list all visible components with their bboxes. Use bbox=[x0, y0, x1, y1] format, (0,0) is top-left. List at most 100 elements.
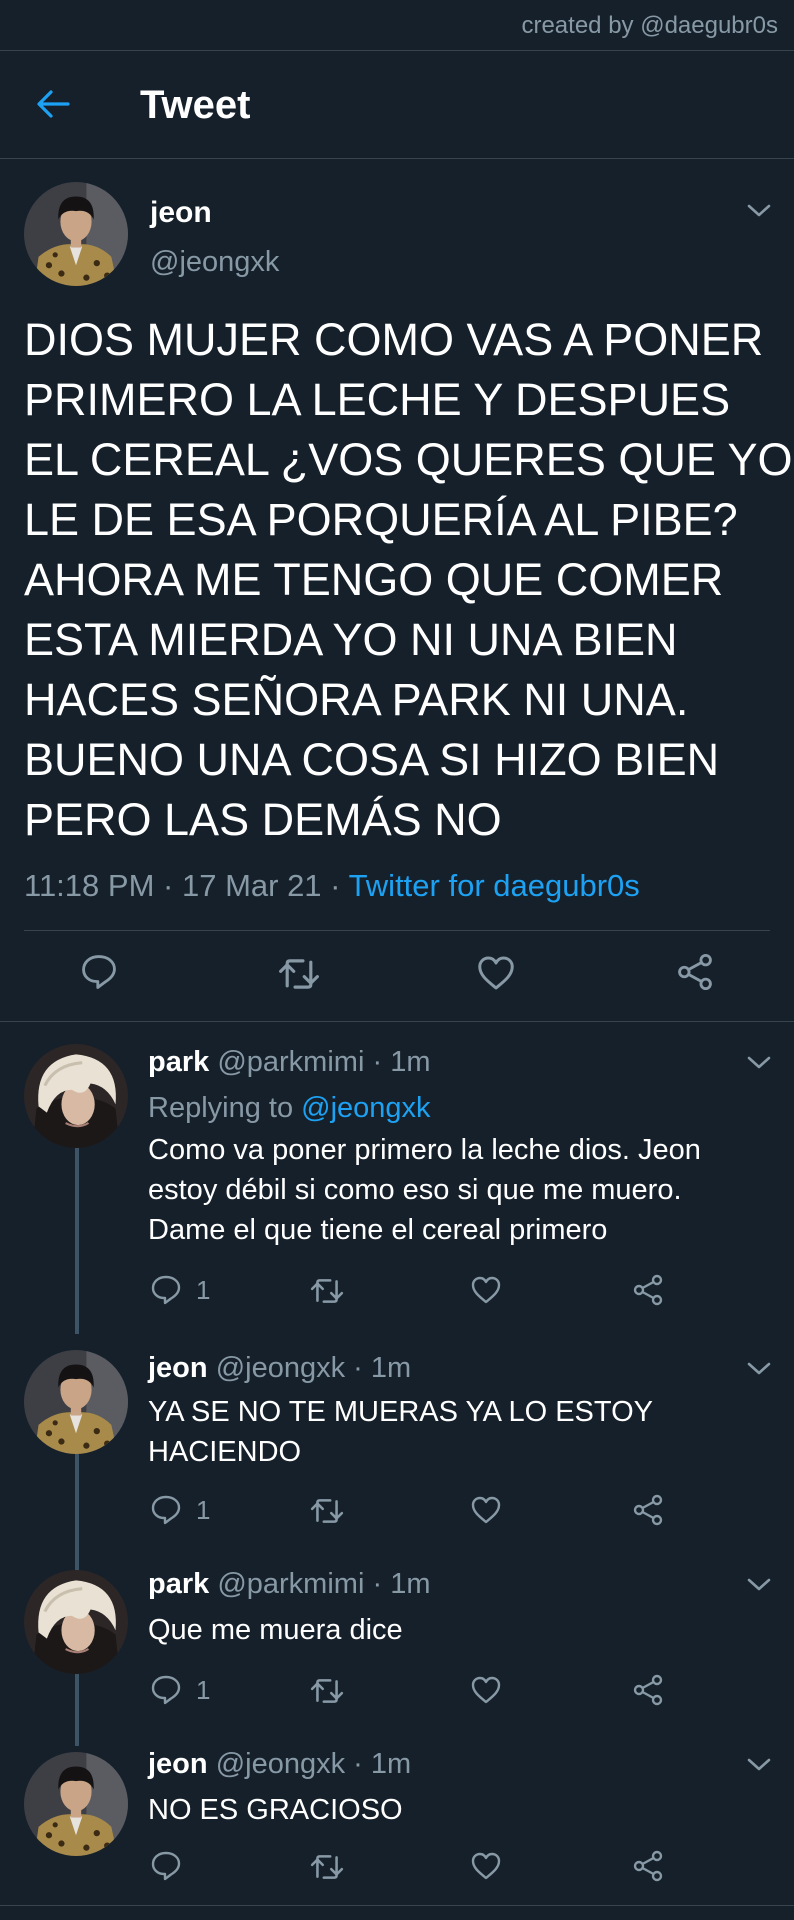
speech-bubble-icon bbox=[151, 1275, 181, 1305]
tweet-text-line: PRIMERO LA LECHE Y DESPUES bbox=[24, 374, 731, 425]
avatar[interactable] bbox=[24, 182, 128, 286]
share-icon bbox=[633, 1274, 663, 1306]
reply-count: 1 bbox=[196, 1494, 211, 1525]
heart-icon bbox=[471, 1676, 501, 1704]
reply-button[interactable] bbox=[80, 953, 118, 991]
retweet-icon bbox=[310, 1679, 344, 1703]
tweet-date: 17 Mar 21 bbox=[181, 868, 322, 903]
mention-link[interactable]: @jeongxk bbox=[301, 1092, 430, 1124]
tweet-time: 1m bbox=[370, 1748, 412, 1780]
share-button[interactable] bbox=[676, 953, 714, 991]
like-button[interactable] bbox=[470, 1274, 502, 1306]
reply-tweet: jeon @jeongxk · 1m NO ES GRACIOSO bbox=[0, 1732, 794, 1904]
retweet-icon bbox=[310, 1855, 344, 1879]
meta-separator: · bbox=[372, 1046, 383, 1078]
tweet-source-link[interactable]: Twitter for daegubr0s bbox=[349, 868, 640, 903]
retweet-icon bbox=[279, 959, 319, 989]
reply-text: YA SE NO TE MUERAS YA LO ESTOY HACIENDO bbox=[148, 1392, 653, 1472]
reply-text: Como va poner primero la leche dios. Jeo… bbox=[148, 1130, 701, 1250]
like-button[interactable] bbox=[470, 1850, 502, 1882]
reply-button[interactable]: 1 bbox=[150, 1674, 210, 1706]
tweet-text-line: HACES SEÑORA PARK NI UNA. bbox=[24, 674, 689, 725]
share-button[interactable] bbox=[632, 1674, 664, 1706]
chevron-down-icon[interactable] bbox=[746, 1360, 772, 1378]
retweet-button[interactable] bbox=[310, 1850, 344, 1884]
author-name[interactable]: park bbox=[148, 1046, 209, 1078]
share-button[interactable] bbox=[632, 1850, 664, 1882]
retweet-icon bbox=[310, 1279, 344, 1303]
tweet-text-line: DIOS MUJER COMO VAS A PONER bbox=[24, 314, 764, 365]
divider bbox=[0, 1905, 794, 1906]
reply-text-line: Como va poner primero la leche dios. Jeo… bbox=[148, 1134, 701, 1166]
avatar[interactable] bbox=[24, 1752, 128, 1856]
retweet-icon bbox=[310, 1499, 344, 1523]
like-button[interactable] bbox=[470, 1494, 502, 1526]
reply-header: park @parkmimi · 1m bbox=[148, 1568, 430, 1601]
replying-to: Replying to @jeongxk bbox=[148, 1092, 431, 1125]
like-button[interactable] bbox=[476, 953, 516, 993]
reply-button[interactable]: 1 bbox=[150, 1274, 210, 1306]
tweet-text-line: AHORA ME TENGO QUE COMER bbox=[24, 554, 724, 605]
tweet-text: DIOS MUJER COMO VAS A PONER PRIMERO LA L… bbox=[24, 310, 793, 850]
retweet-button[interactable] bbox=[310, 1274, 344, 1308]
reply-header: jeon @jeongxk · 1m bbox=[148, 1748, 411, 1781]
reply-text: Que me muera dice bbox=[148, 1610, 403, 1650]
reply-tweet: park @parkmimi · 1m Que me muera dice 1 bbox=[0, 1550, 794, 1732]
meta-separator: · bbox=[372, 1568, 383, 1600]
chevron-down-icon[interactable] bbox=[746, 1756, 772, 1774]
chevron-down-icon[interactable] bbox=[746, 1576, 772, 1594]
watermark-text: created by @daegubr0s bbox=[521, 12, 778, 39]
chevron-down-icon[interactable] bbox=[746, 1054, 772, 1072]
tweet-text-line: BUENO UNA COSA SI HIZO BIEN bbox=[24, 734, 720, 785]
author-name[interactable]: jeon bbox=[148, 1352, 208, 1384]
heart-icon bbox=[471, 1276, 501, 1304]
reply-count: 1 bbox=[196, 1274, 211, 1305]
speech-bubble-icon bbox=[151, 1495, 181, 1525]
like-button[interactable] bbox=[470, 1674, 502, 1706]
meta-separator: · bbox=[353, 1748, 363, 1780]
reply-text-line: Que me muera dice bbox=[148, 1614, 403, 1646]
retweet-button[interactable] bbox=[310, 1674, 344, 1708]
author-handle[interactable]: @jeongxk bbox=[150, 246, 279, 279]
reply-text-line: NO ES GRACIOSO bbox=[148, 1794, 403, 1826]
reply-text: NO ES GRACIOSO bbox=[148, 1790, 403, 1830]
retweet-button[interactable] bbox=[278, 953, 320, 995]
reply-actions: 1 bbox=[0, 1674, 794, 1724]
meta-separator: · bbox=[353, 1352, 363, 1384]
meta-separator: · bbox=[330, 868, 341, 903]
speech-bubble-icon bbox=[82, 955, 116, 989]
tweet-time: 1m bbox=[390, 1568, 431, 1600]
heart-icon bbox=[478, 956, 514, 990]
author-name[interactable]: park bbox=[148, 1568, 209, 1600]
speech-bubble-icon bbox=[151, 1851, 181, 1881]
reply-actions: 1 bbox=[0, 1274, 794, 1324]
heart-icon bbox=[471, 1852, 501, 1880]
reply-button[interactable] bbox=[150, 1850, 182, 1882]
reply-tweet: park @parkmimi · 1m Replying to @jeongxk… bbox=[0, 1024, 794, 1324]
tweet-time: 11:18 PM bbox=[24, 868, 155, 903]
reply-text-line: estoy débil si como eso si que me muero. bbox=[148, 1174, 682, 1206]
author-handle[interactable]: @jeongxk bbox=[216, 1352, 345, 1384]
share-button[interactable] bbox=[632, 1494, 664, 1526]
avatar[interactable] bbox=[24, 1570, 128, 1674]
share-button[interactable] bbox=[632, 1274, 664, 1306]
arrow-left-icon[interactable] bbox=[36, 89, 70, 119]
author-handle[interactable]: @jeongxk bbox=[216, 1748, 345, 1780]
replying-to-label: Replying to bbox=[148, 1092, 294, 1124]
author-handle[interactable]: @parkmimi bbox=[217, 1046, 364, 1078]
author-name[interactable]: jeon bbox=[148, 1748, 208, 1780]
author-handle[interactable]: @parkmimi bbox=[217, 1568, 364, 1600]
reply-header: jeon @jeongxk · 1m bbox=[148, 1352, 411, 1385]
main-tweet: jeon @jeongxk DIOS MUJER COMO VAS A PONE… bbox=[0, 160, 794, 1022]
avatar[interactable] bbox=[24, 1350, 128, 1454]
chevron-down-icon[interactable] bbox=[746, 202, 772, 220]
share-icon bbox=[633, 1674, 663, 1706]
reply-button[interactable]: 1 bbox=[150, 1494, 210, 1526]
share-icon bbox=[633, 1850, 663, 1882]
retweet-button[interactable] bbox=[310, 1494, 344, 1528]
tweet-time: 1m bbox=[390, 1046, 431, 1078]
tweet-text-line: PERO LAS DEMÁS NO bbox=[24, 794, 502, 845]
avatar[interactable] bbox=[24, 1044, 128, 1148]
tweet-actions bbox=[0, 953, 794, 1003]
author-name[interactable]: jeon bbox=[150, 196, 212, 230]
